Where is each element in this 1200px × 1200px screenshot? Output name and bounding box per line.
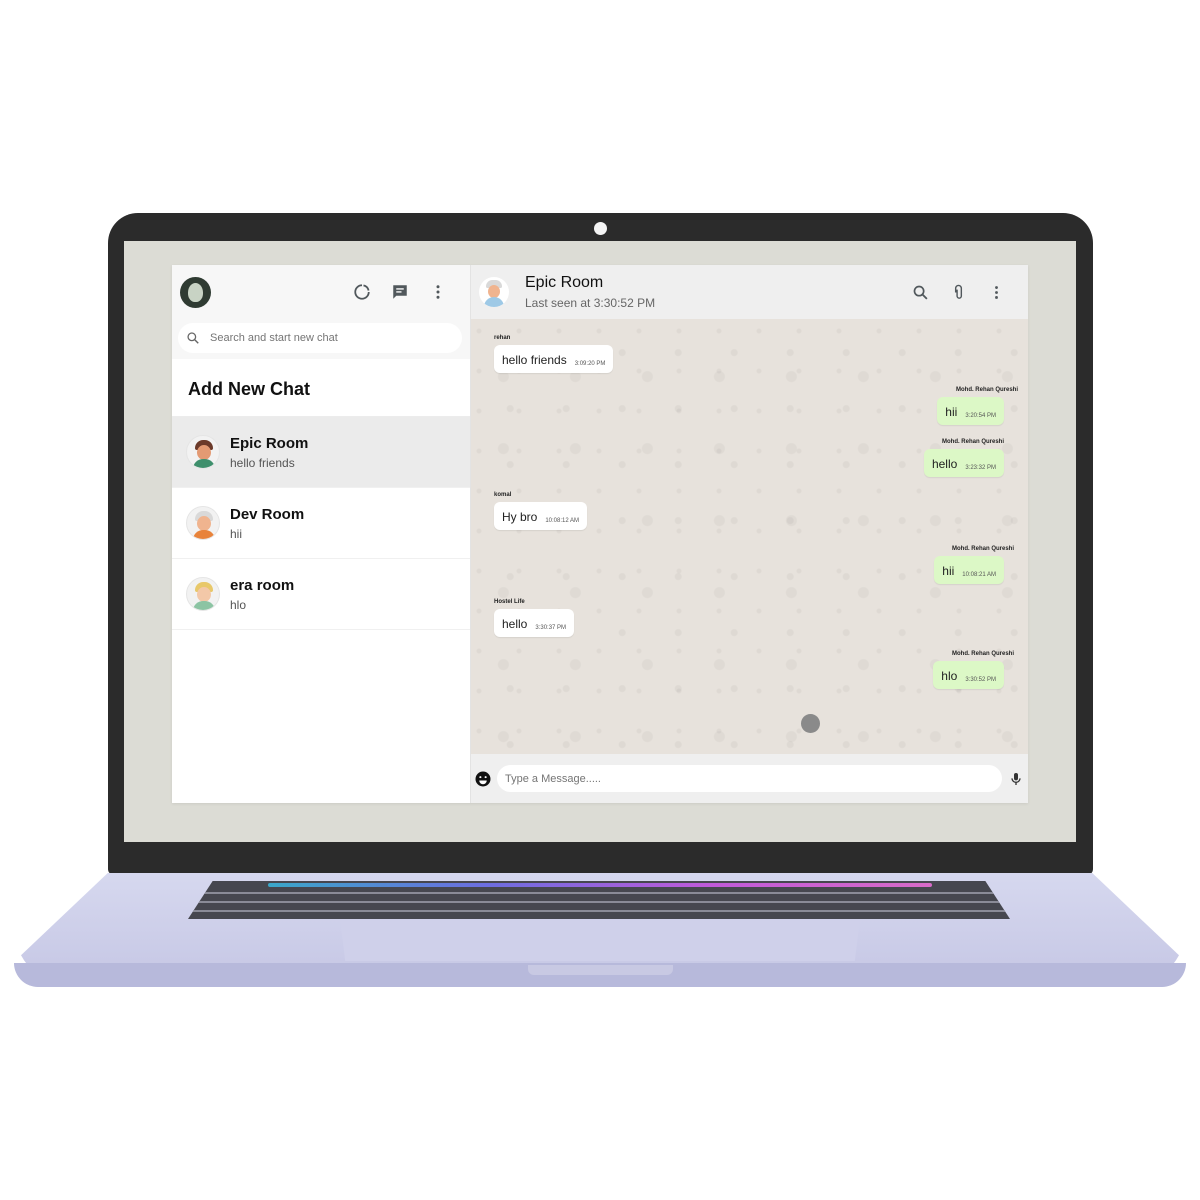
last-seen: Last seen at 3:30:52 PM <box>525 296 656 310</box>
lid-notch <box>528 965 673 975</box>
message-sender: Mohd. Rehan Qureshi <box>941 439 1004 445</box>
message-time: 10:08:12 AM <box>545 518 580 524</box>
message-sender: rehan <box>494 335 511 341</box>
chat-name: Dev Room <box>230 505 305 523</box>
search-input[interactable] <box>210 332 440 344</box>
message-text: hlo <box>941 669 958 683</box>
chat-item-era-room[interactable]: era room hlo <box>172 559 470 630</box>
message-time: 3:23:32 PM <box>965 465 996 471</box>
webcam <box>594 222 607 235</box>
more-vert-icon[interactable] <box>428 282 448 302</box>
chat-item-dev-room[interactable]: Dev Room hii <box>172 488 470 559</box>
message-text: Hy bro <box>502 510 538 524</box>
chat-avatar <box>186 577 220 611</box>
message-incoming: komal Hy bro 10:08:12 AM <box>494 492 588 530</box>
chat-avatar <box>186 506 220 540</box>
sidebar: Add New Chat Epic Room hello friends <box>172 265 471 803</box>
chat-last-message: hello friends <box>230 455 295 470</box>
chat-header: Epic Room Last seen at 3:30:52 PM <box>471 265 1028 319</box>
trackpad <box>340 919 860 961</box>
message-incoming: Hostel Life hello 3:30:37 PM <box>494 599 575 637</box>
chat-name: Epic Room <box>230 434 309 452</box>
message-sender: Hostel Life <box>494 599 525 605</box>
sidebar-header <box>172 265 470 319</box>
message-input[interactable] <box>497 765 1002 792</box>
add-new-chat-button[interactable]: Add New Chat <box>172 359 470 417</box>
chat-panel: Epic Room Last seen at 3:30:52 PM rehan … <box>471 265 1028 803</box>
message-composer <box>471 754 1028 803</box>
chat-last-message: hii <box>230 526 243 541</box>
room-name: Epic Room <box>525 274 604 291</box>
message-time: 3:30:52 PM <box>965 677 996 683</box>
chat-avatar <box>186 435 220 469</box>
user-avatar[interactable] <box>180 276 211 308</box>
chat-item-epic-room[interactable]: Epic Room hello friends <box>172 417 470 488</box>
message-outgoing: Mohd. Rehan Qureshi hii 3:20:54 PM <box>937 387 1018 425</box>
emoji-icon[interactable] <box>473 769 493 789</box>
message-text: hii <box>942 564 955 578</box>
message-sender: Mohd. Rehan Qureshi <box>951 546 1014 552</box>
chat-icon[interactable] <box>390 282 410 302</box>
message-text: hii <box>945 405 958 419</box>
search-icon[interactable] <box>910 282 930 302</box>
laptop-mockup: Add New Chat Epic Room hello friends <box>0 0 1200 1200</box>
room-avatar[interactable] <box>479 277 509 307</box>
message-outgoing: Mohd. Rehan Qureshi hlo 3:30:52 PM <box>933 651 1014 689</box>
status-icon[interactable] <box>352 282 372 302</box>
message-text: hello friends <box>502 353 567 367</box>
attach-icon[interactable] <box>948 282 968 302</box>
message-text: hello <box>931 457 958 471</box>
chat-name: era room <box>230 576 295 594</box>
chat-last-message: hlo <box>230 597 247 612</box>
touch-bar <box>268 883 932 887</box>
message-incoming: rehan hello friends 3:09:20 PM <box>494 335 614 373</box>
search-container <box>172 319 470 359</box>
search-bar[interactable] <box>178 323 462 353</box>
message-time: 3:09:20 PM <box>574 361 606 367</box>
mic-icon[interactable] <box>1006 769 1026 789</box>
search-icon <box>186 331 200 345</box>
more-vert-icon[interactable] <box>986 282 1006 302</box>
message-time: 3:30:37 PM <box>535 625 567 631</box>
message-time: 3:20:54 PM <box>965 413 996 419</box>
message-sender: Mohd. Rehan Qureshi <box>951 651 1014 657</box>
scroll-indicator[interactable] <box>801 714 820 733</box>
message-outgoing: Mohd. Rehan Qureshi hello 3:23:32 PM <box>923 439 1004 477</box>
message-sender: Mohd. Rehan Qureshi <box>955 387 1018 393</box>
message-time: 10:08:21 AM <box>962 572 996 578</box>
chat-app: Add New Chat Epic Room hello friends <box>172 265 1028 803</box>
message-sender: komal <box>494 492 512 498</box>
message-list: rehan hello friends 3:09:20 PM Mohd. Reha… <box>471 319 1028 754</box>
message-text: hello <box>502 617 528 631</box>
message-outgoing: Mohd. Rehan Qureshi hii 10:08:21 AM <box>934 546 1014 584</box>
